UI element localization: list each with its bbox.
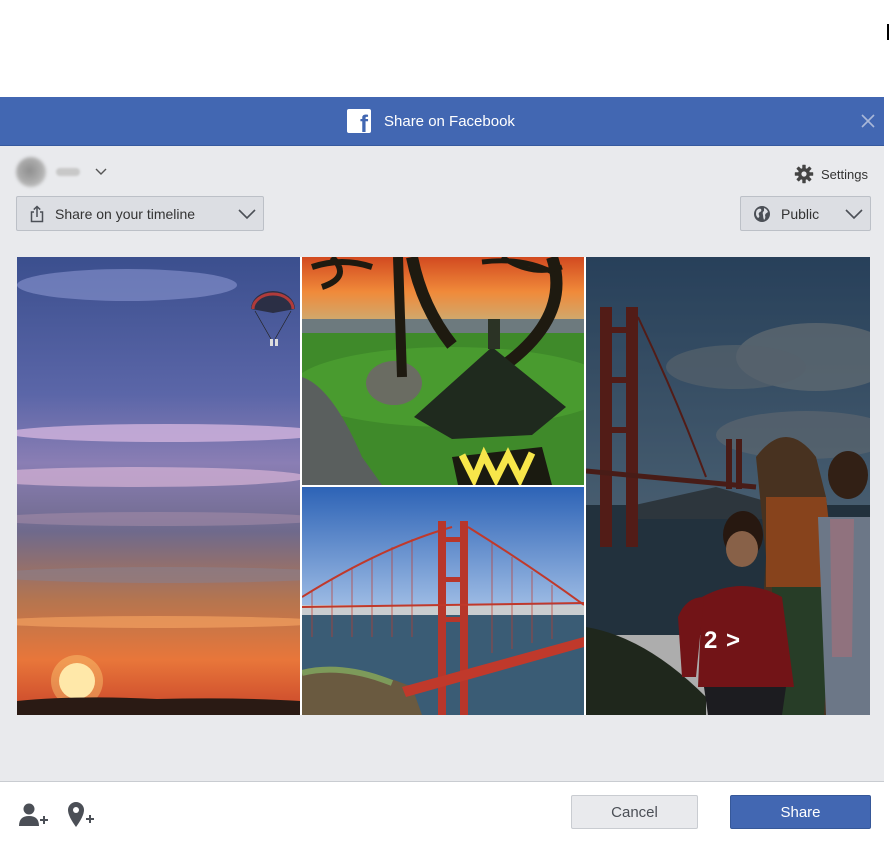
dialog-title: Share on Facebook [384,112,515,130]
share-destination-label: Share on your timeline [55,205,196,222]
share-icon [30,204,44,222]
golden-gate-bridge-photo[interactable] [302,487,584,715]
privacy-dropdown[interactable]: Public [740,196,871,231]
share-destination-dropdown[interactable]: Share on your timeline [16,196,264,231]
add-location-icon[interactable] [66,801,96,829]
account-name [56,168,80,176]
sunset-photo[interactable] [17,257,300,715]
gear-icon [794,164,814,184]
dialog-titlebar: f Share on Facebook [0,97,884,146]
photo-grid: 2 > [17,257,870,715]
privacy-label: Public [781,205,820,222]
chevron-down-icon [95,168,107,175]
window-edge-mark [887,24,889,40]
more-photos-count[interactable]: 2 > [704,627,741,655]
chevron-down-icon [845,209,863,220]
tag-people-icon[interactable] [18,802,48,828]
account-selector[interactable] [16,157,108,187]
avatar [16,157,46,187]
share-dialog: f Share on Facebook Settings Share on yo… [0,97,884,842]
share-button[interactable]: Share [730,795,871,829]
dialog-footer: Cancel Share [0,782,884,842]
chevron-down-icon [238,209,256,220]
settings-label: Settings [821,166,868,182]
facebook-logo-icon: f [347,109,371,133]
close-icon [861,114,875,128]
globe-icon [754,205,770,222]
palm-lamp-photo[interactable] [302,257,584,485]
cancel-button[interactable]: Cancel [571,795,698,829]
settings-button[interactable]: Settings [794,163,868,185]
close-button[interactable] [858,111,878,131]
dialog-title-group: f Share on Facebook [347,108,515,134]
